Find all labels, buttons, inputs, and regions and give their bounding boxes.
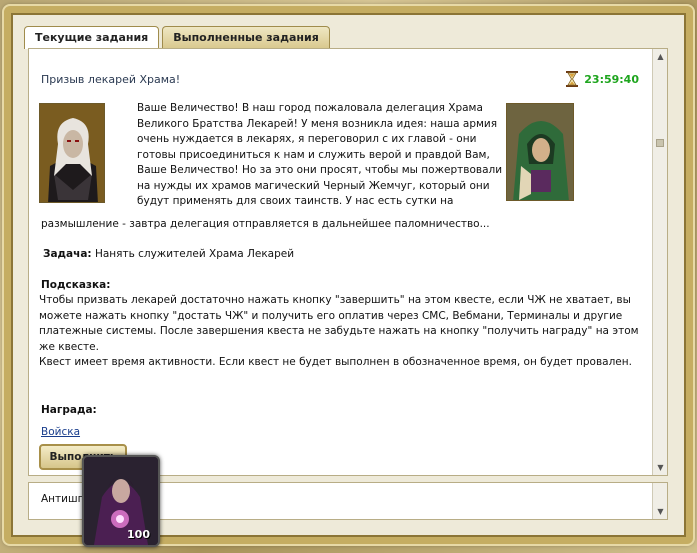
quest-tabs: Текущие задания Выполненные задания: [24, 26, 333, 49]
tab-completed-quests[interactable]: Выполненные задания: [162, 26, 330, 48]
healer-portrait: [506, 103, 574, 201]
hourglass-icon: [566, 71, 579, 87]
quest-panel: Призыв лекарей Храма! 23:59:40 Ваше Вели…: [28, 48, 668, 476]
quest-intro-text: Ваше Величество! В наш город пожаловала …: [137, 102, 503, 207]
scroll-down-arrow-icon[interactable]: ▼: [655, 462, 666, 473]
task-label: Задача:: [43, 248, 92, 260]
scroll-thumb[interactable]: [656, 139, 664, 147]
advisor-portrait: [39, 103, 105, 203]
reward-link-troops[interactable]: Войска: [41, 425, 80, 441]
reward-label: Награда:: [41, 404, 97, 416]
scroll-down-arrow-icon[interactable]: ▼: [655, 506, 666, 517]
quest-title: Призыв лекарей Храма!: [41, 73, 181, 86]
hint-note: Квест имеет время активности. Если квест…: [39, 356, 632, 368]
unit-count-badge: 100: [127, 528, 150, 541]
hint-text: Чтобы призвать лекарей достаточно нажать…: [39, 294, 639, 353]
tab-current-quests[interactable]: Текущие задания: [24, 26, 160, 49]
task-text: Нанять служителей Храма Лекарей: [94, 248, 295, 260]
second-quest-title: Антишп: [41, 493, 85, 505]
quest-timer: 23:59:40: [566, 71, 639, 87]
scroll-up-arrow-icon[interactable]: ▲: [655, 51, 666, 62]
unit-avatar-card[interactable]: 100: [82, 455, 160, 547]
quest-scrollbar[interactable]: ▲ ▼: [652, 49, 667, 475]
quest-task: Задача: Нанять служителей Храма Лекарей: [43, 247, 294, 263]
quest-intro-tail: размышление - завтра делегация отправляе…: [41, 218, 490, 230]
hint-body: Чтобы призвать лекарей достаточно нажать…: [39, 293, 639, 371]
timer-text: 23:59:40: [584, 72, 639, 86]
second-quest-scrollbar[interactable]: ▼: [652, 483, 667, 519]
hint-label: Подсказка:: [41, 279, 111, 291]
quest-content: Призыв лекарей Храма! 23:59:40 Ваше Вели…: [29, 49, 653, 475]
